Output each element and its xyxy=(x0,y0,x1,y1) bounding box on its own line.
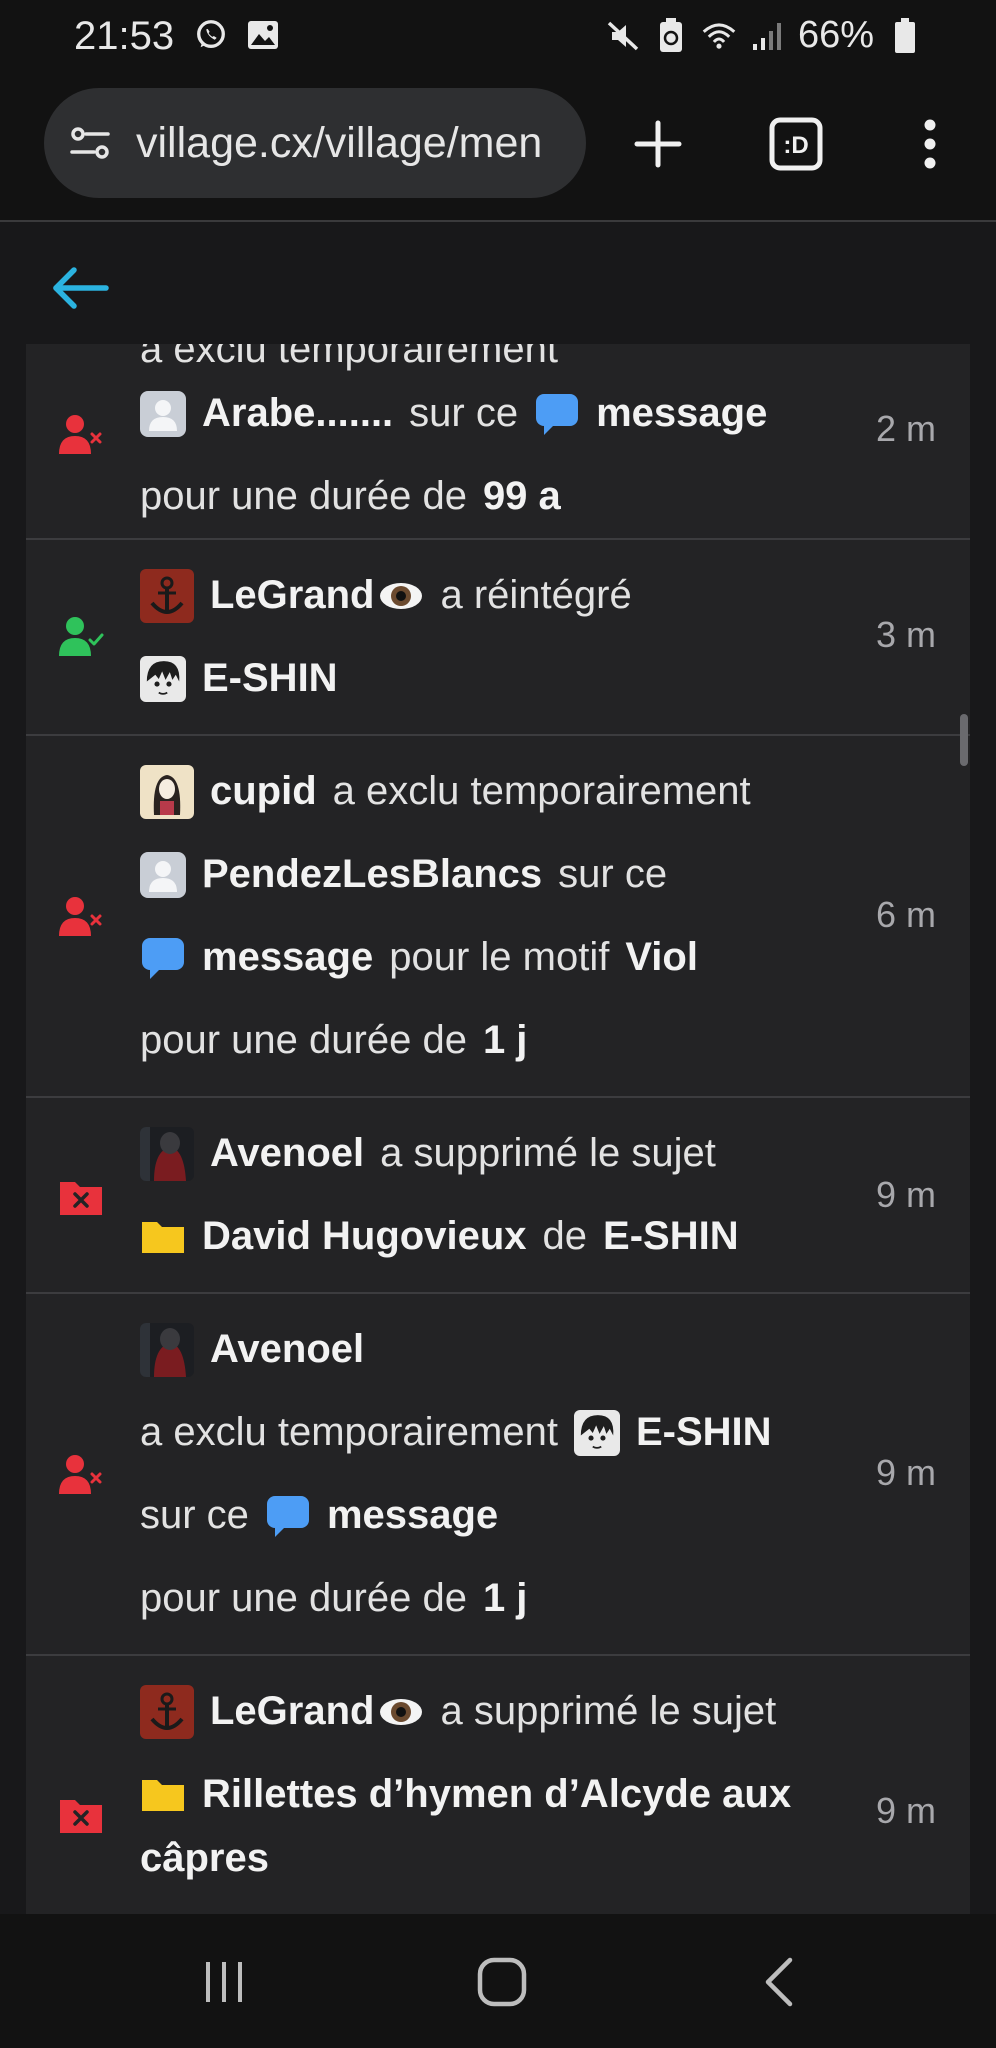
back-arrow-icon xyxy=(53,267,109,309)
list-item[interactable]: 6 m cupid a exclu temporairement PendezL… xyxy=(26,736,970,1098)
battery-saver-icon xyxy=(654,17,688,53)
browser-toolbar: village.cx/village/men :D xyxy=(0,78,996,222)
list-item[interactable]: 9 m Avenoel a supprimé le sujet David Hu… xyxy=(26,1098,970,1294)
status-time: 21:53 xyxy=(74,14,175,58)
avatar-manga[interactable] xyxy=(140,655,186,702)
new-tab-icon xyxy=(634,120,682,168)
actor-user[interactable]: Avenoel xyxy=(210,1327,364,1372)
actor-user[interactable]: cupid xyxy=(210,769,317,814)
battery-icon xyxy=(888,17,922,53)
system-back-button[interactable] xyxy=(750,1952,810,2012)
recent-apps-button[interactable] xyxy=(194,1952,254,2012)
folder-icon xyxy=(142,1779,184,1811)
target-user[interactable]: E-SHIN xyxy=(202,656,338,701)
avatar-anchor[interactable] xyxy=(140,568,194,623)
tab-switcher-button[interactable]: :D xyxy=(764,112,828,176)
message-link[interactable]: message xyxy=(202,935,373,980)
whatsapp-icon xyxy=(194,18,228,52)
event-time: 9 m xyxy=(875,1174,936,1215)
target-user[interactable]: PendezLesBlancs xyxy=(202,852,542,897)
topic-link-continued[interactable]: câpres xyxy=(140,1836,269,1881)
wifi-icon xyxy=(702,19,736,53)
message-bubble-icon xyxy=(142,937,184,979)
svg-text::D: :D xyxy=(783,132,808,159)
folder-icon xyxy=(142,1221,184,1253)
default-avatar-icon xyxy=(140,851,186,898)
url-text[interactable]: village.cx/village/men xyxy=(136,119,576,168)
message-bubble-icon xyxy=(536,393,579,435)
list-item[interactable]: 9 m Avenoel a exclu temporairement E-SHI… xyxy=(26,1294,970,1656)
list-item[interactable]: 2 m a exclu temporairement Arabe....... … xyxy=(26,344,970,540)
actor-user[interactable]: LeGrand xyxy=(210,573,374,618)
page-content: 2 m a exclu temporairement Arabe....... … xyxy=(0,222,996,1914)
avatar-manga[interactable] xyxy=(573,1409,620,1456)
gallery-icon xyxy=(246,18,280,52)
folder-deleted-icon xyxy=(60,1800,102,1833)
user-excluded-icon xyxy=(59,897,102,936)
back-icon xyxy=(765,1957,793,2007)
avatar-cupid[interactable] xyxy=(140,764,194,819)
overflow-menu-icon xyxy=(924,119,936,169)
target-user[interactable]: E-SHIN xyxy=(636,1410,772,1455)
target-user[interactable]: Arabe....... xyxy=(202,391,393,436)
topic-author[interactable]: E-SHIN xyxy=(603,1214,739,1259)
event-time: 2 m xyxy=(875,408,936,449)
back-arrow-button[interactable] xyxy=(48,256,112,320)
actor-user[interactable]: LeGrand xyxy=(210,1689,374,1734)
home-icon xyxy=(477,1957,527,2007)
eye-emoji-icon xyxy=(380,582,423,609)
actor-user[interactable]: Avenoel xyxy=(210,1131,364,1176)
status-bar: 21:53 66% xyxy=(0,0,996,78)
home-button[interactable] xyxy=(472,1952,532,2012)
site-settings-icon[interactable] xyxy=(66,119,114,167)
avatar-avenoel[interactable] xyxy=(140,1126,194,1181)
system-nav-bar xyxy=(0,1914,996,2048)
message-link[interactable]: message xyxy=(327,1493,498,1538)
new-tab-button[interactable] xyxy=(626,112,690,176)
battery-percent: 66% xyxy=(797,14,874,56)
topic-link[interactable]: David Hugovieux xyxy=(202,1214,527,1259)
moderation-log: 2 m a exclu temporairement Arabe....... … xyxy=(26,344,970,1914)
list-item[interactable]: 9 m LeGrand a supprimé le sujet Rillette… xyxy=(26,1656,970,1914)
event-time: 9 m xyxy=(875,1790,936,1831)
eye-emoji-icon xyxy=(380,1698,423,1725)
recent-apps-icon xyxy=(206,1962,242,2002)
event-time: 9 m xyxy=(875,1452,936,1493)
list-item[interactable]: 3 m LeGrand a réintégré E-SHIN xyxy=(26,540,970,736)
event-time: 3 m xyxy=(875,614,936,655)
default-avatar-icon xyxy=(140,390,186,437)
signal-icon xyxy=(750,19,784,53)
avatar-avenoel[interactable] xyxy=(140,1322,194,1377)
user-reinstated-icon xyxy=(59,617,104,656)
topic-link[interactable]: Rillettes d’hymen d’Alcyde aux xyxy=(202,1772,791,1817)
mute-icon xyxy=(606,19,640,53)
event-time: 6 m xyxy=(875,894,936,935)
message-link[interactable]: message xyxy=(596,391,767,436)
message-bubble-icon xyxy=(266,1495,309,1537)
tab-switcher-icon: :D xyxy=(769,117,823,171)
folder-deleted-icon xyxy=(60,1182,102,1215)
user-excluded-icon xyxy=(59,415,102,454)
user-excluded-icon xyxy=(59,1455,102,1494)
scrollbar[interactable] xyxy=(960,714,968,766)
overflow-menu-button[interactable] xyxy=(898,112,962,176)
avatar-anchor[interactable] xyxy=(140,1684,194,1739)
address-bar[interactable]: village.cx/village/men xyxy=(44,88,586,198)
